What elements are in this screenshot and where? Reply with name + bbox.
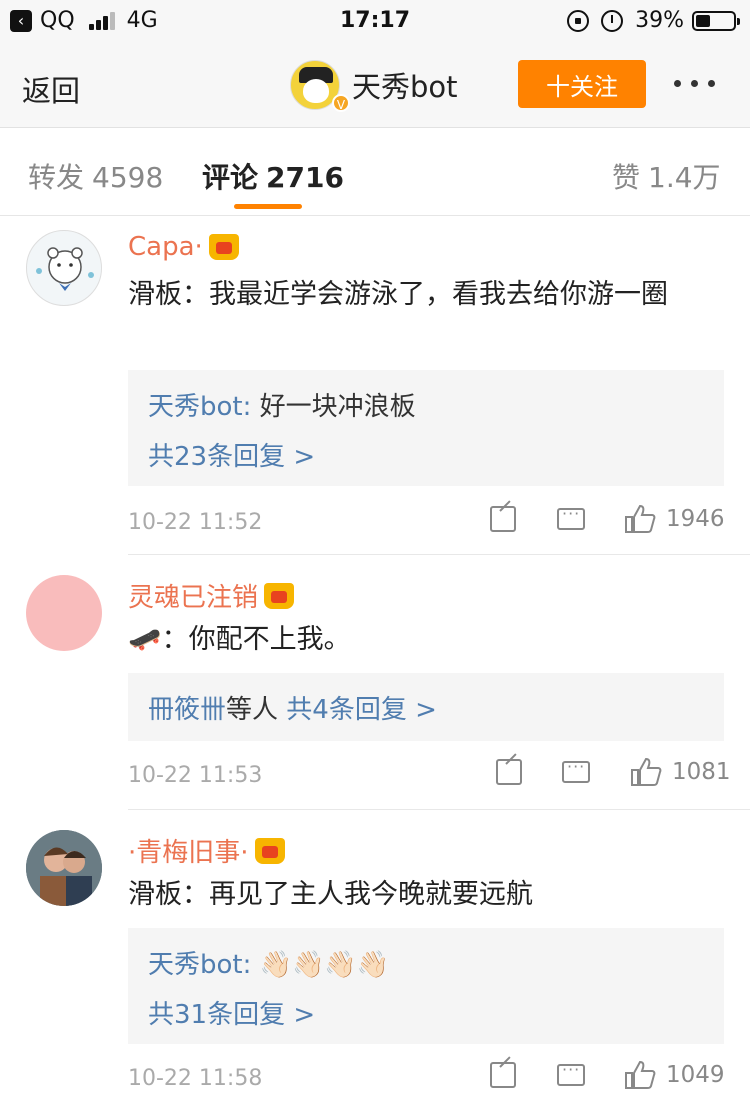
comment-text: 滑板：我最近学会游泳了，看我去给你游一圈 — [128, 279, 668, 310]
share-button[interactable] — [490, 506, 516, 532]
more-dots-icon[interactable] — [674, 80, 725, 87]
comment-author[interactable]: Capa· — [128, 232, 239, 262]
view-replies-link[interactable]: 共31条回复 > — [148, 994, 315, 1031]
reply-button[interactable] — [557, 1060, 585, 1086]
member-crown-icon — [208, 234, 239, 260]
comment-icon — [557, 504, 585, 530]
tab-label: 评论 — [202, 161, 259, 194]
comment-text: 滑板：再见了主人我今晚就要远航 — [128, 879, 533, 910]
active-tab-indicator — [234, 204, 302, 209]
thumbs-up-icon — [624, 504, 656, 534]
like-button[interactable]: 1049 — [624, 1060, 725, 1090]
reply-button[interactable] — [562, 757, 590, 783]
status-bar: ‹ QQ 4G 17:17 39% — [0, 0, 750, 42]
battery-percent: 39% — [635, 8, 684, 33]
share-icon — [490, 1062, 516, 1088]
author-name[interactable]: Capa· — [128, 232, 203, 262]
divider — [128, 554, 750, 555]
reply-text: 等人 — [226, 695, 279, 725]
tab-count: 2716 — [266, 161, 344, 194]
reply-button[interactable] — [557, 504, 585, 530]
view-replies-link[interactable]: 共4条回复 > — [278, 695, 437, 725]
nav-account[interactable]: 天秀bot — [290, 60, 458, 110]
tab-comments[interactable]: 评论 2716 — [202, 156, 344, 196]
nav-bar: 返回 天秀bot V 十关注 — [0, 42, 750, 128]
comment-icon — [557, 1060, 585, 1086]
account-name[interactable]: 天秀bot — [352, 64, 458, 106]
reply-user[interactable]: 天秀bot: — [148, 950, 251, 980]
thumbs-up-icon — [624, 1060, 656, 1090]
status-right: 39% — [567, 8, 740, 33]
comment-text: 🛹：你配不上我。 — [128, 624, 351, 655]
alarm-icon — [601, 9, 624, 32]
like-count: 1081 — [672, 759, 731, 785]
share-icon — [490, 506, 516, 532]
like-count: 1049 — [666, 1062, 725, 1088]
member-crown-icon — [264, 582, 295, 609]
back-button[interactable]: 返回 — [22, 68, 80, 110]
share-button[interactable] — [490, 1062, 516, 1088]
like-count: 1946 — [666, 506, 725, 532]
thumbs-up-icon — [630, 757, 662, 787]
share-icon — [496, 759, 522, 785]
tab-likes[interactable]: 赞 1.4万 — [612, 156, 721, 196]
reply-line[interactable]: 冊筱卌等人 共4条回复 > — [148, 689, 437, 726]
tab-label: 转发 — [28, 161, 85, 194]
comment-author[interactable]: ·青梅旧事· — [128, 832, 285, 869]
reply-line[interactable]: 天秀bot: 👋🏻👋🏻👋🏻👋🏻 — [148, 944, 389, 981]
avatar[interactable] — [26, 575, 102, 651]
reply-user[interactable]: 冊筱卌 — [148, 695, 226, 725]
avatar[interactable] — [26, 830, 102, 906]
reply-preview[interactable]: 天秀bot: 好一块冲浪板 共23条回复 > — [128, 370, 724, 486]
reply-user[interactable]: 天秀bot: — [148, 392, 251, 422]
author-name[interactable]: 灵魂已注销 — [128, 577, 258, 614]
tab-bar: 转发 4598 评论 2716 赞 1.4万 — [0, 128, 750, 216]
comment-time: 10-22 11:53 — [128, 763, 263, 788]
comment-author[interactable]: 灵魂已注销 — [128, 577, 295, 614]
author-name[interactable]: ·青梅旧事· — [128, 832, 249, 869]
tab-count: 1.4万 — [648, 161, 721, 194]
rotation-lock-icon — [567, 9, 590, 32]
reply-text: 👋🏻👋🏻👋🏻👋🏻 — [251, 950, 390, 980]
tab-reposts[interactable]: 转发 4598 — [28, 156, 163, 196]
comment-icon — [562, 757, 590, 783]
reply-preview[interactable]: 天秀bot: 👋🏻👋🏻👋🏻👋🏻 共31条回复 > — [128, 928, 724, 1044]
tab-count: 4598 — [92, 161, 164, 194]
divider — [128, 809, 750, 810]
follow-button[interactable]: 十关注 — [518, 60, 646, 108]
comment-time: 10-22 11:52 — [128, 510, 263, 535]
share-button[interactable] — [496, 759, 522, 785]
like-button[interactable]: 1946 — [624, 504, 725, 534]
avatar[interactable] — [26, 230, 102, 306]
battery-icon — [692, 10, 740, 31]
reply-line[interactable]: 天秀bot: 好一块冲浪板 — [148, 386, 416, 423]
tab-label: 赞 — [612, 161, 641, 194]
verified-badge-icon: V — [332, 94, 350, 112]
comment-time: 10-22 11:58 — [128, 1066, 263, 1091]
view-replies-link[interactable]: 共23条回复 > — [148, 436, 315, 473]
reply-text: 好一块冲浪板 — [251, 392, 416, 422]
reply-preview[interactable]: 冊筱卌等人 共4条回复 > — [128, 673, 724, 741]
like-button[interactable]: 1081 — [630, 757, 731, 787]
member-crown-icon — [254, 837, 285, 864]
